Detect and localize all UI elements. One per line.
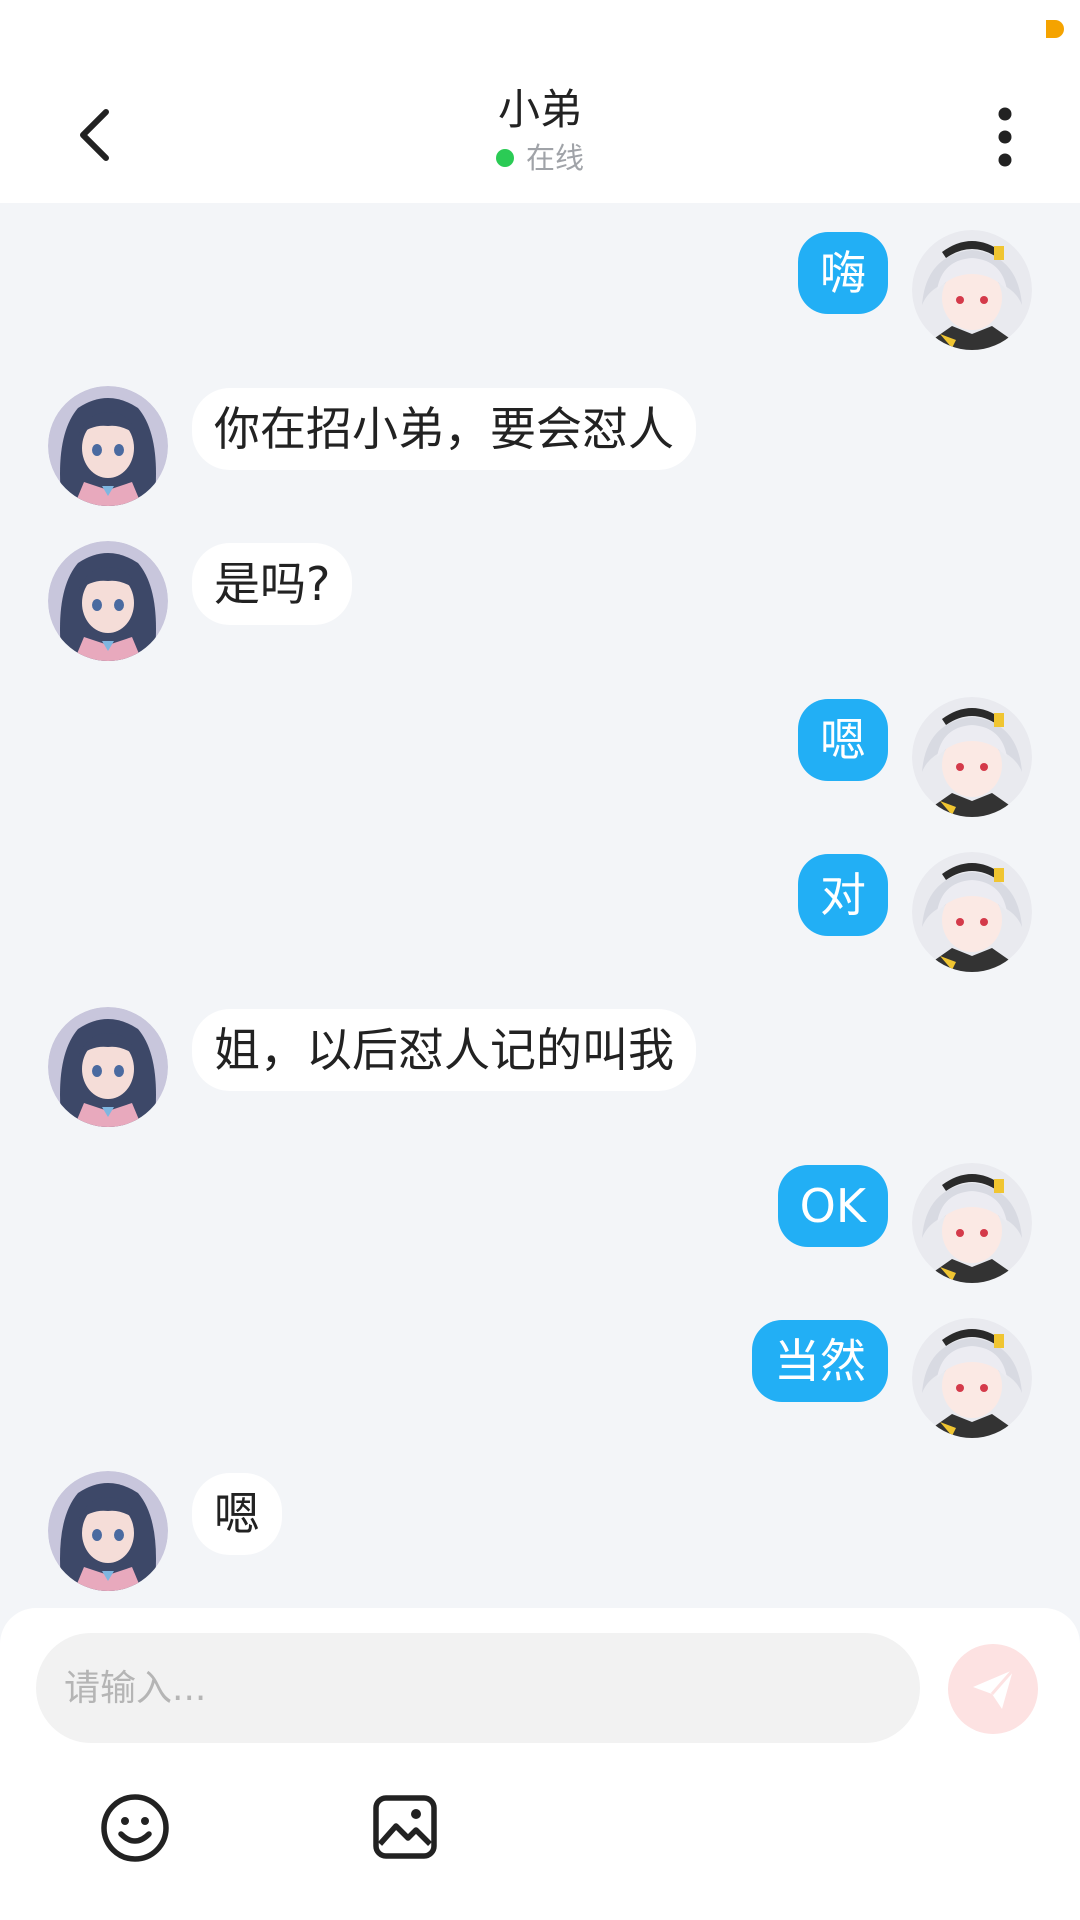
send-button[interactable] [948, 1644, 1038, 1734]
emoji-button[interactable] [99, 1792, 171, 1864]
avatar-contact[interactable] [48, 541, 168, 661]
contact-status: 在线 [340, 140, 740, 176]
contact-status-label: 在线 [525, 141, 584, 175]
message-bubble-sent[interactable]: OK [777, 1165, 888, 1247]
message-row: 当然 [0, 1318, 1080, 1443]
back-button[interactable] [62, 100, 132, 170]
message-bubble-sent[interactable]: 嗨 [798, 232, 888, 314]
status-bar [0, 0, 1080, 60]
chat-screen: 小弟 在线 嗨 你在招小弟，要会怼人 是吗? 嗯 对 姐，以后怼人记的叫我 OK… [0, 0, 1080, 1920]
image-icon [373, 1795, 437, 1859]
chevron-left-icon [80, 109, 109, 161]
message-bubble-received[interactable]: 你在招小弟，要会怼人 [192, 388, 696, 470]
message-row: 姐，以后怼人记的叫我 [0, 1007, 1080, 1132]
message-bubble-received[interactable]: 姐，以后怼人记的叫我 [192, 1009, 696, 1091]
avatar-contact[interactable] [48, 1471, 168, 1591]
avatar-contact[interactable] [48, 1007, 168, 1127]
message-row: 对 [0, 852, 1080, 977]
image-picker-button[interactable] [372, 1794, 438, 1860]
message-list[interactable]: 嗨 你在招小弟，要会怼人 是吗? 嗯 对 姐，以后怼人记的叫我 OK 当然 嗯 [0, 203, 1080, 1608]
message-bubble-received[interactable]: 嗯 [192, 1473, 282, 1555]
avatar-self[interactable] [912, 1163, 1032, 1283]
avatar-contact[interactable] [48, 386, 168, 506]
message-row: 嗯 [0, 697, 1080, 822]
avatar-self[interactable] [912, 1318, 1032, 1438]
message-row: OK [0, 1163, 1080, 1288]
avatar-self[interactable] [912, 852, 1032, 972]
message-bubble-received[interactable]: 是吗? [192, 543, 353, 625]
contact-name: 小弟 [497, 85, 582, 134]
more-vertical-icon [998, 107, 1012, 167]
message-row: 嗨 [0, 230, 1080, 355]
avatar-self[interactable] [912, 697, 1032, 817]
online-dot-icon [495, 149, 514, 167]
message-bubble-sent[interactable]: 对 [798, 854, 888, 936]
message-row: 是吗? [0, 541, 1080, 666]
avatar-self[interactable] [912, 230, 1032, 350]
composer-panel [0, 1608, 1080, 1920]
message-input[interactable] [36, 1633, 920, 1743]
message-bubble-sent[interactable]: 当然 [752, 1320, 888, 1402]
title-block: 小弟 在线 [340, 82, 740, 176]
chat-header: 小弟 在线 [0, 60, 1080, 203]
status-indicator-icon [1046, 20, 1064, 38]
send-icon [973, 1669, 1015, 1709]
message-row: 嗯 [0, 1471, 1080, 1596]
more-options-button[interactable] [970, 100, 1040, 175]
message-row: 你在招小弟，要会怼人 [0, 386, 1080, 511]
message-bubble-sent[interactable]: 嗯 [798, 699, 888, 781]
smiley-icon [101, 1794, 169, 1862]
